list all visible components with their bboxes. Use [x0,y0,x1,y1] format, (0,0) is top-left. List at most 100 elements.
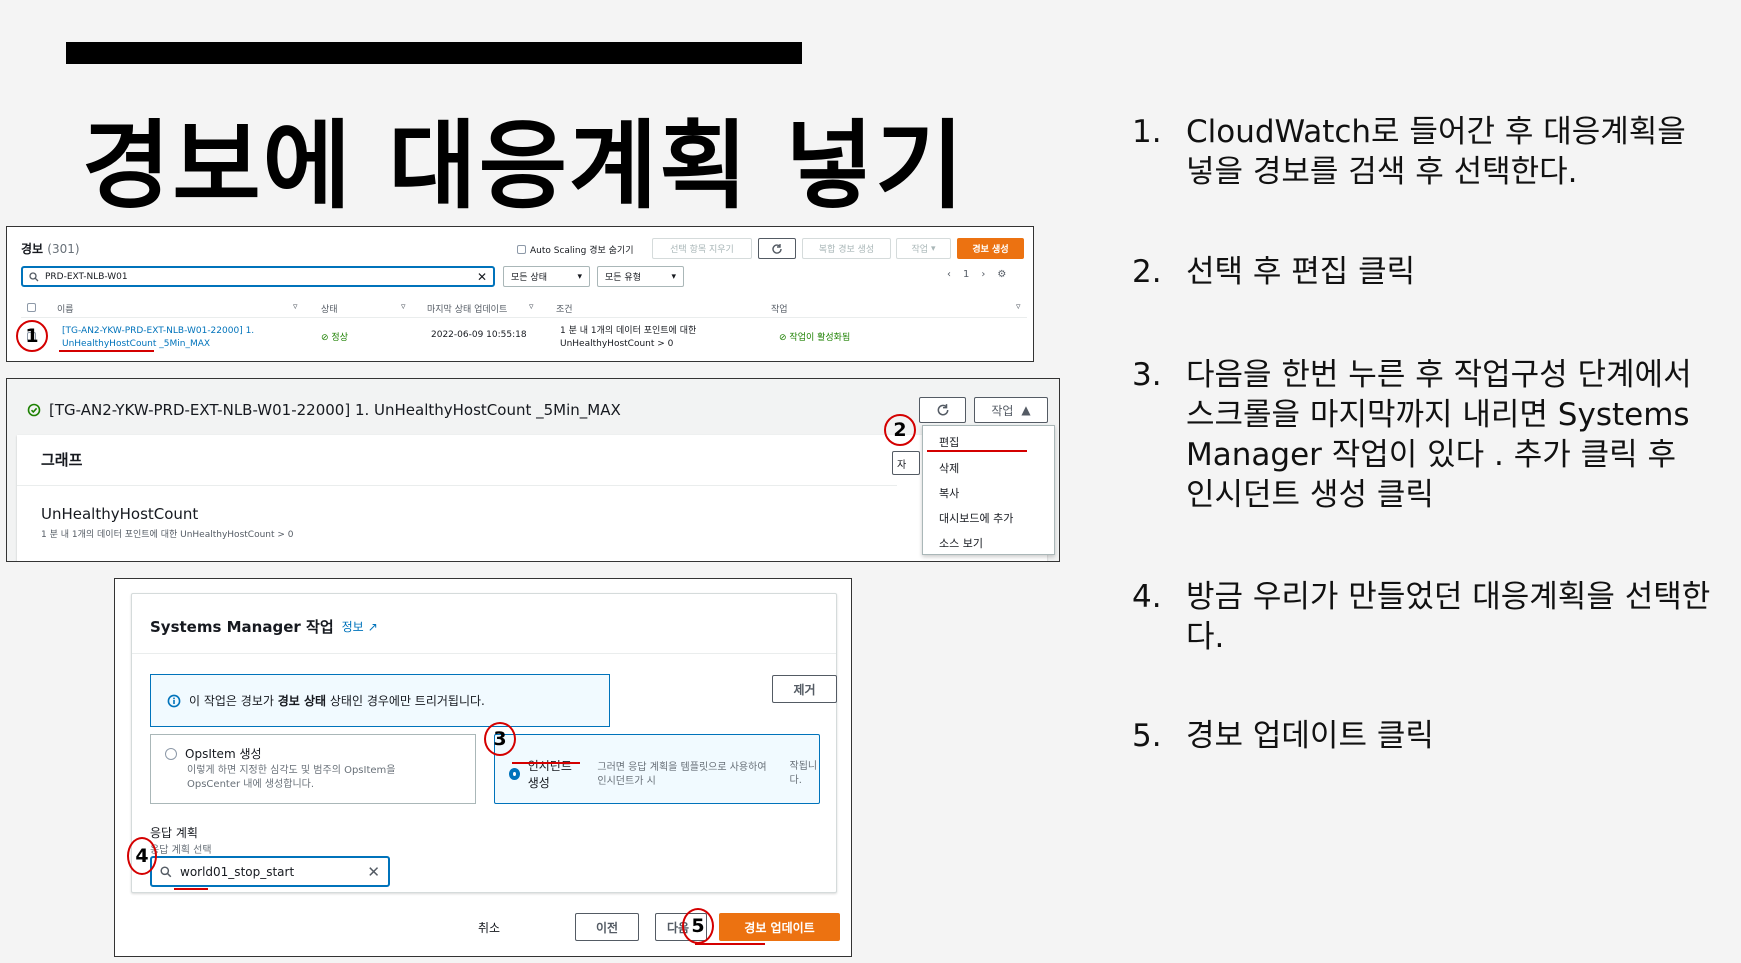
actions-dropdown-button[interactable]: 작업 ▲ [974,397,1048,423]
partially-hidden-button[interactable]: 자 [892,451,920,475]
search-value: PRD-EXT-NLB-W01 [45,271,128,282]
actions-dropdown[interactable]: 작업 ▾ [896,238,951,259]
step-text: 방금 우리가 만들었던 대응계획을 선택한다. [1186,579,1711,655]
actions-label: 작업 [911,245,929,255]
sort-icon[interactable]: ▿ [293,302,298,312]
condition-line2: UnHealthyHostCount > 0 [560,339,674,349]
info-alert-prefix: 이 작업은 경보가 [189,694,278,708]
step-5: 5. 경보 업데이트 클릭 [1132,716,1434,756]
incident-desc1: 그러면 응답 계획을 템플릿으로 사용하여 인시던트가 시 [597,762,767,787]
incident-radio[interactable] [509,768,520,780]
actions-label: 작업 [991,403,1014,418]
select-all-checkbox[interactable] [27,303,36,312]
ssm-action-title: Systems Manager 작업 정보 ↗ [150,616,378,637]
step-text: 선택 후 편집 클릭 [1186,254,1416,290]
annotation-underline [174,888,208,890]
refresh-button[interactable] [758,238,796,259]
response-plan-desc: 응답 계획 선택 [150,845,212,856]
state-ok-text: 정상 [331,333,348,343]
sort-icon[interactable]: ▿ [401,302,406,312]
alarm-name-line1: [TG-AN2-YKW-PRD-EXT-NLB-W01-22000] 1. [62,326,255,336]
column-name[interactable]: 이름 [57,302,74,315]
annotation-underline [512,762,580,764]
actions-enabled-badge: ⊘ 작업이 활성화됨 [779,330,850,343]
alarm-detail-panel: [TG-AN2-YKW-PRD-EXT-NLB-W01-22000] 1. Un… [6,378,1060,562]
create-alarm-button[interactable]: 경보 생성 [957,238,1024,259]
update-alarm-button[interactable]: 경보 업데이트 [719,913,840,941]
response-plan-label: 응답 계획 [150,826,198,840]
actions-menu: 편집 삭제 복사 대시보드에 추가 소스 보기 [922,425,1055,555]
opsitem-radio[interactable] [165,747,177,760]
step-3: 3. 다음을 한번 누른 후 작업구성 단계에서 스크롤을 마지막까지 내리면 S… [1132,355,1712,515]
alarm-search-field[interactable]: PRD-EXT-NLB-W01 ✕ [21,266,495,287]
clear-icon[interactable]: ✕ [367,863,380,881]
alarm-detail-title-text: [TG-AN2-YKW-PRD-EXT-NLB-W01-22000] 1. Un… [49,401,621,419]
metric-condition: 1 분 내 1개의 데이터 포인트에 대한 UnHealthyHostCount… [41,530,294,540]
info-icon [167,694,181,707]
info-alert-bold: 경보 상태 [277,694,327,708]
type-filter-value: 모든 유형 [605,273,641,283]
column-condition[interactable]: 조건 [556,302,573,315]
step-text: 다음을 한번 누른 후 작업구성 단계에서 스크롤을 마지막까지 내리면 Sys… [1186,357,1692,513]
step-number: 4. [1132,579,1162,615]
column-actions[interactable]: 작업 [771,302,788,315]
alarm-name-link[interactable]: [TG-AN2-YKW-PRD-EXT-NLB-W01-22000] 1. Un… [62,325,254,351]
prev-page-icon[interactable]: ‹ [947,269,951,280]
state-ok-badge: ⊘ 정상 [321,330,348,343]
step-number: 2. [1132,254,1162,290]
cancel-button[interactable]: 취소 [467,913,511,941]
actions-enabled-text: 작업이 활성화됨 [789,333,851,343]
title-decoration-bar [66,42,802,64]
check-circle-icon [27,403,41,417]
hide-auto-scaling-label: Auto Scaling 경보 숨기기 [530,246,634,256]
clear-search-icon[interactable]: ✕ [477,270,487,284]
column-last-update[interactable]: 마지막 상태 업데이트 [427,302,507,315]
alarms-list-panel: 경보 (301) Auto Scaling 경보 숨기기 선택 항목 지우기 복… [6,226,1034,362]
menu-item-view-source[interactable]: 소스 보기 [939,535,983,551]
menu-item-copy[interactable]: 복사 [939,485,959,501]
previous-button[interactable]: 이전 [575,913,639,941]
annotation-marker-1: 1 [16,320,48,352]
table-row[interactable]: [TG-AN2-YKW-PRD-EXT-NLB-W01-22000] 1. Un… [21,322,1027,356]
hide-auto-scaling-checkbox[interactable] [517,245,526,254]
step-1: 1. CloudWatch로 들어간 후 대응계획을 넣을 경보를 검색 후 선택… [1132,112,1712,192]
refresh-button[interactable] [919,397,966,423]
sort-icon[interactable]: ▿ [529,302,534,312]
column-state[interactable]: 상태 [321,302,338,315]
menu-item-delete[interactable]: 삭제 [939,460,959,476]
next-page-icon[interactable]: › [981,269,985,280]
gear-icon[interactable]: ⚙ [997,269,1006,280]
condition-value: 1 분 내 1개의 데이터 포인트에 대한 UnHealthyHostCount… [560,325,696,351]
step-text: CloudWatch로 들어간 후 대응계획을 넣을 경보를 검색 후 선택한다… [1186,114,1686,190]
divider [17,485,897,486]
opsitem-desc1: 이렇게 하면 지정한 심각도 및 범주의 OpsItem을 [187,765,396,776]
response-plan-value: world01_stop_start [180,864,295,879]
info-alert: 이 작업은 경보가 경보 상태 상태인 경우에만 트리거됩니다. [150,674,610,727]
step-2: 2. 선택 후 편집 클릭 [1132,252,1415,292]
info-alert-text: 이 작업은 경보가 경보 상태 상태인 경우에만 트리거됩니다. [189,692,485,709]
create-composite-alarm-button[interactable]: 복합 경보 생성 [802,238,891,259]
sort-icon[interactable]: ▿ [1016,302,1021,312]
menu-item-add-to-dashboard[interactable]: 대시보드에 추가 [939,510,1013,526]
type-filter-select[interactable]: 모든 유형 ▾ [597,266,684,287]
response-plan-search[interactable]: world01_stop_start ✕ [150,856,390,887]
refresh-icon [937,404,948,416]
menu-item-edit[interactable]: 편집 [939,434,959,450]
info-link[interactable]: 정보 ↗ [342,618,378,635]
state-filter-select[interactable]: 모든 상태 ▾ [503,266,590,287]
hide-auto-scaling-toggle[interactable]: Auto Scaling 경보 숨기기 [517,243,633,256]
refresh-icon [772,243,782,254]
slide-title: 경보에 대응계획 넣기 [82,110,966,222]
caret-up-icon: ▲ [1021,403,1031,417]
remove-button[interactable]: 제거 [772,675,837,703]
clear-selection-button[interactable]: 선택 항목 지우기 [652,238,752,259]
option-create-opsitem[interactable]: OpsItem 생성 이렇게 하면 지정한 심각도 및 범주의 OpsItem을… [150,734,476,804]
step-4: 4. 방금 우리가 만들었던 대응계획을 선택한다. [1132,577,1712,657]
annotation-marker-4: 4 [127,837,157,875]
page-number[interactable]: 1 [963,269,969,280]
option-create-incident[interactable]: 인시던트 생성 그러면 응답 계획을 템플릿으로 사용하여 인시던트가 시 작됩… [494,734,820,804]
ssm-action-title-text: Systems Manager 작업 [150,618,334,636]
annotation-marker-2: 2 [884,414,916,446]
external-link-icon: ↗ [367,619,378,634]
step-number: 1. [1132,114,1162,150]
